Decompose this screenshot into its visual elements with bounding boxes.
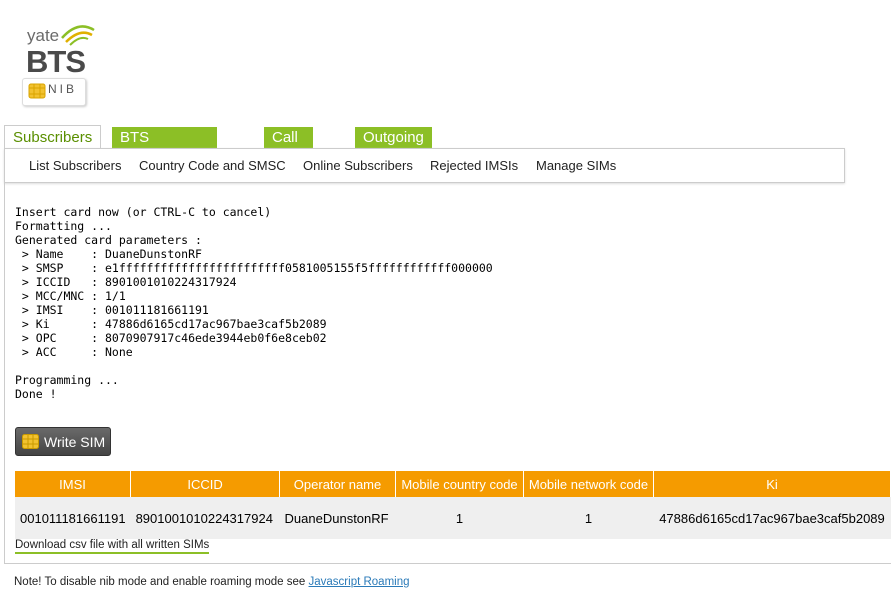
tab-bts-configuration[interactable]: BTS Configuration: [112, 127, 218, 168]
roaming-note: Note! To disable nib mode and enable roa…: [14, 576, 410, 588]
subnav-manage-sims[interactable]: Manage SIMs: [536, 158, 616, 173]
note-text: Note! To disable nib mode and enable roa…: [14, 576, 309, 588]
sim-chip-icon: [22, 434, 39, 449]
tab-call-logs[interactable]: Call Logs: [264, 127, 313, 168]
cell-ki: 47886d6165cd17ac967bae3caf5b2089: [653, 497, 891, 539]
subnav-online-subscribers[interactable]: Online Subscribers: [303, 158, 413, 173]
console-line: > Name : DuaneDunstonRF: [15, 247, 202, 261]
write-sim-label: Write SIM: [44, 434, 106, 450]
written-sims-table: IMSI ICCID Operator name Mobile country …: [15, 471, 891, 539]
cell-mcc: 1: [395, 497, 524, 539]
console-line: > ICCID : 8901001010224317924: [15, 275, 237, 289]
download-csv-link[interactable]: Download csv file with all written SIMs: [15, 539, 210, 554]
logo-nib-text: NIB: [48, 82, 78, 96]
console-line: Programming ...: [15, 373, 119, 387]
console-line: > MCC/MNC : 1/1: [15, 289, 126, 303]
subnav-list-subscribers[interactable]: List Subscribers: [29, 158, 121, 173]
subnav-country-code-smsc[interactable]: Country Code and SMSC: [139, 158, 286, 173]
column-header-mnc: Mobile network code: [523, 471, 654, 497]
console-line: Generated card parameters :: [15, 233, 202, 247]
console-line: > SMSP : e1ffffffffffffffffffffffff05810…: [15, 261, 493, 275]
column-header-ki: Ki: [653, 471, 891, 497]
tab-outgoing[interactable]: Outgoing: [355, 127, 432, 149]
javascript-roaming-link[interactable]: Javascript Roaming: [309, 576, 410, 588]
cell-operator-name: DuaneDunstonRF: [279, 497, 396, 539]
sim-chip-icon: [28, 83, 46, 99]
column-header-operator-name: Operator name: [279, 471, 396, 497]
logo-yate-text: yate: [27, 26, 60, 45]
yatebts-nib-logo: yate BTS NIB: [22, 18, 100, 106]
logo-bts-text: BTS: [26, 44, 86, 79]
console-line: > ACC : None: [15, 345, 133, 359]
cell-imsi: 001011181661191: [15, 497, 131, 539]
subscribers-subnav: List Subscribers Country Code and SMSC O…: [4, 148, 845, 183]
console-line: Formatting ...: [15, 219, 112, 233]
console-line: > Ki : 47886d6165cd17ac967bae3caf5b2089: [15, 317, 327, 331]
column-header-iccid: ICCID: [130, 471, 281, 497]
cell-iccid: 8901001010224317924: [130, 497, 280, 539]
console-line: Done !: [15, 387, 57, 401]
sim-programming-output: Insert card now (or CTRL-C to cancel) Fo…: [15, 205, 493, 401]
console-line: > IMSI : 001011181661191: [15, 303, 209, 317]
console-line: > OPC : 8070907917c46ede3944eb0f6e8ceb02: [15, 331, 327, 345]
write-sim-button[interactable]: Write SIM: [15, 427, 111, 456]
subnav-rejected-imsis[interactable]: Rejected IMSIs: [430, 158, 518, 173]
column-header-imsi: IMSI: [15, 471, 132, 497]
cell-mnc: 1: [523, 497, 654, 539]
table-header-row: IMSI ICCID Operator name Mobile country …: [15, 471, 891, 497]
column-header-mcc: Mobile country code: [395, 471, 524, 497]
console-line: Insert card now (or CTRL-C to cancel): [15, 205, 272, 219]
table-row: 001011181661191 8901001010224317924 Duan…: [15, 497, 891, 539]
